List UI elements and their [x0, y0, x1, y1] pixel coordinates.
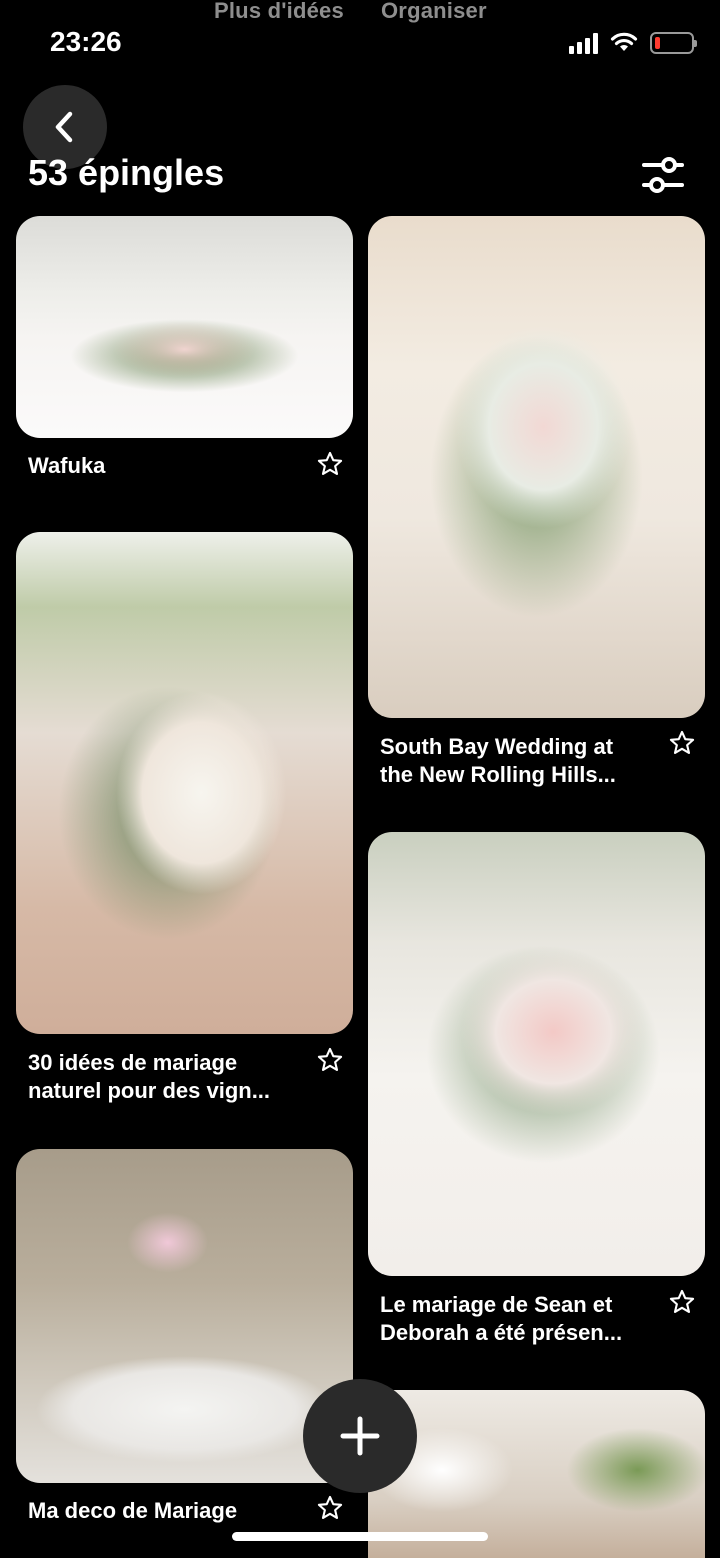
create-pin-button[interactable]: [303, 1379, 417, 1493]
tab-more-ideas[interactable]: Plus d'idées: [214, 0, 344, 24]
star-icon: [669, 730, 695, 754]
pin-title[interactable]: Le mariage de Sean et Deborah a été prés…: [380, 1291, 650, 1347]
pin-image[interactable]: [368, 832, 705, 1276]
save-star-button[interactable]: [667, 728, 697, 758]
tab-organize[interactable]: Organiser: [381, 0, 487, 24]
pin-image[interactable]: [16, 216, 353, 438]
cellular-signal-icon: [569, 32, 598, 54]
pins-count: 53 épingles: [28, 152, 225, 193]
status-icons: [569, 32, 697, 54]
plus-icon: [340, 1416, 380, 1456]
pin-image[interactable]: [368, 216, 705, 718]
battery-icon: [650, 32, 697, 54]
filter-button[interactable]: [640, 152, 686, 198]
sliders-icon: [642, 157, 684, 193]
wifi-icon: [610, 32, 638, 51]
save-star-button[interactable]: [315, 1045, 345, 1075]
star-icon: [669, 1289, 695, 1313]
pin-title[interactable]: Ma deco de Mariage: [28, 1497, 298, 1525]
pin-title[interactable]: Wafuka: [28, 452, 298, 480]
battery-level: [655, 37, 660, 49]
save-star-button[interactable]: [315, 449, 345, 479]
star-icon: [317, 451, 343, 475]
pin-title[interactable]: 30 idées de mariage naturel pour des vig…: [28, 1049, 298, 1105]
chevron-left-icon: [55, 111, 73, 143]
star-icon: [317, 1047, 343, 1071]
pin-title[interactable]: South Bay Wedding at the New Rolling Hil…: [380, 733, 650, 789]
status-time: 23:26: [50, 26, 122, 57]
pin-image[interactable]: [16, 532, 353, 1034]
board-pins-screen: Plus d'idées Organiser 23:26 53 épingles…: [0, 0, 720, 1558]
save-star-button[interactable]: [667, 1287, 697, 1317]
save-star-button[interactable]: [315, 1493, 345, 1523]
star-icon: [317, 1495, 343, 1519]
home-indicator[interactable]: [232, 1532, 488, 1541]
